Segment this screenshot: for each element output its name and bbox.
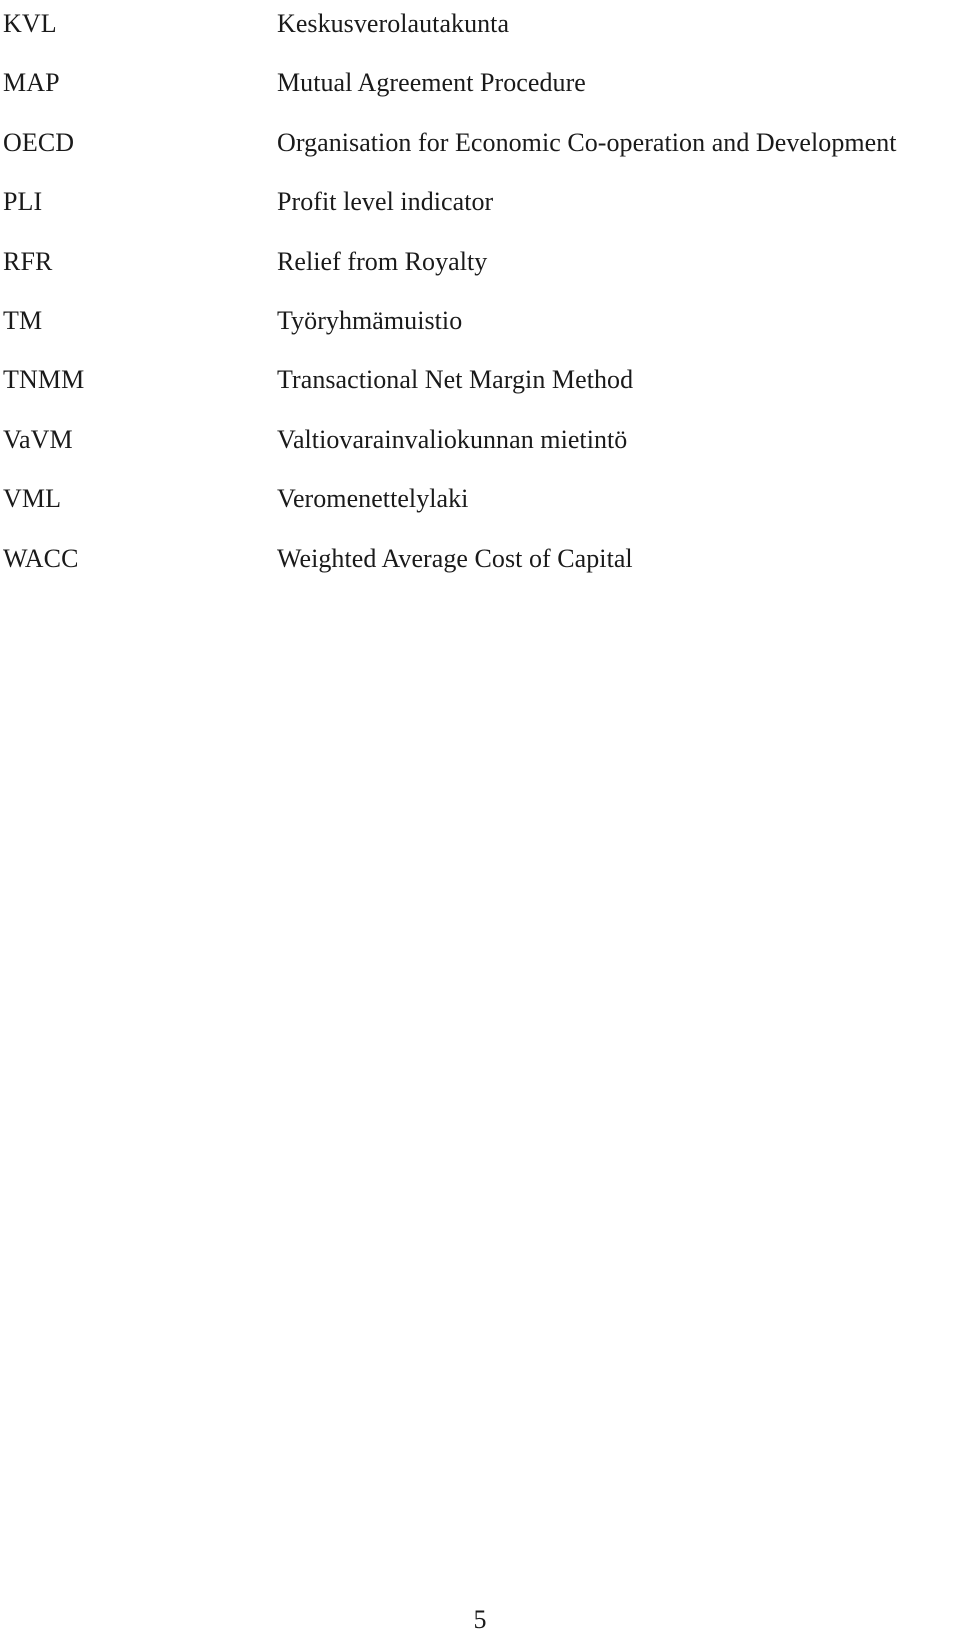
abbreviation-row: KVL Keskusverolautakunta — [0, 0, 960, 53]
abbreviation-definition: Keskusverolautakunta — [277, 9, 510, 38]
abbreviation-definition: Työryhmämuistio — [277, 305, 463, 335]
abbreviation-definition: Profit level indicator — [277, 187, 494, 217]
abbreviation-term: VML — [3, 484, 62, 514]
abbreviation-definition: Relief from Royalty — [277, 246, 488, 276]
abbreviation-definition: Mutual Agreement Procedure — [277, 68, 586, 98]
document-page: KVL Keskusverolautakunta MAP Mutual Agre… — [0, 0, 960, 1651]
abbreviation-term: TNMM — [3, 365, 85, 395]
abbreviation-row: WACC Weighted Average Cost of Capital — [0, 529, 960, 588]
abbreviation-row: RFR Relief from Royalty — [0, 232, 960, 291]
abbreviation-term: KVL — [3, 9, 57, 38]
abbreviation-term: PLI — [3, 187, 43, 217]
abbreviation-row: PLI Profit level indicator — [0, 172, 960, 231]
abbreviation-row: TM Työryhmämuistio — [0, 291, 960, 350]
abbreviation-definition: Weighted Average Cost of Capital — [277, 543, 633, 573]
abbreviation-row: OECD Organisation for Economic Co-operat… — [0, 113, 960, 172]
page-number: 5 — [473, 1605, 487, 1634]
abbreviation-term: TM — [3, 305, 43, 335]
abbreviation-term: MAP — [3, 68, 60, 98]
abbreviation-definition: Veromenettelylaki — [277, 484, 469, 514]
abbreviation-term: VaVM — [3, 424, 73, 454]
abbreviation-definition: Transactional Net Margin Method — [277, 365, 634, 395]
abbreviation-term: OECD — [3, 127, 75, 157]
abbreviation-row: VaVM Valtiovarainvaliokunnan mietintö — [0, 410, 960, 469]
abbreviations-list: KVL Keskusverolautakunta MAP Mutual Agre… — [0, 0, 960, 588]
abbreviation-definition: Organisation for Economic Co-operation a… — [277, 127, 897, 157]
abbreviation-row: MAP Mutual Agreement Procedure — [0, 53, 960, 112]
abbreviation-row: TNMM Transactional Net Margin Method — [0, 350, 960, 409]
abbreviation-definition: Valtiovarainvaliokunnan mietintö — [277, 424, 628, 454]
abbreviation-term: WACC — [3, 543, 79, 573]
abbreviation-row: VML Veromenettelylaki — [0, 469, 960, 528]
abbreviation-term: RFR — [3, 246, 53, 276]
